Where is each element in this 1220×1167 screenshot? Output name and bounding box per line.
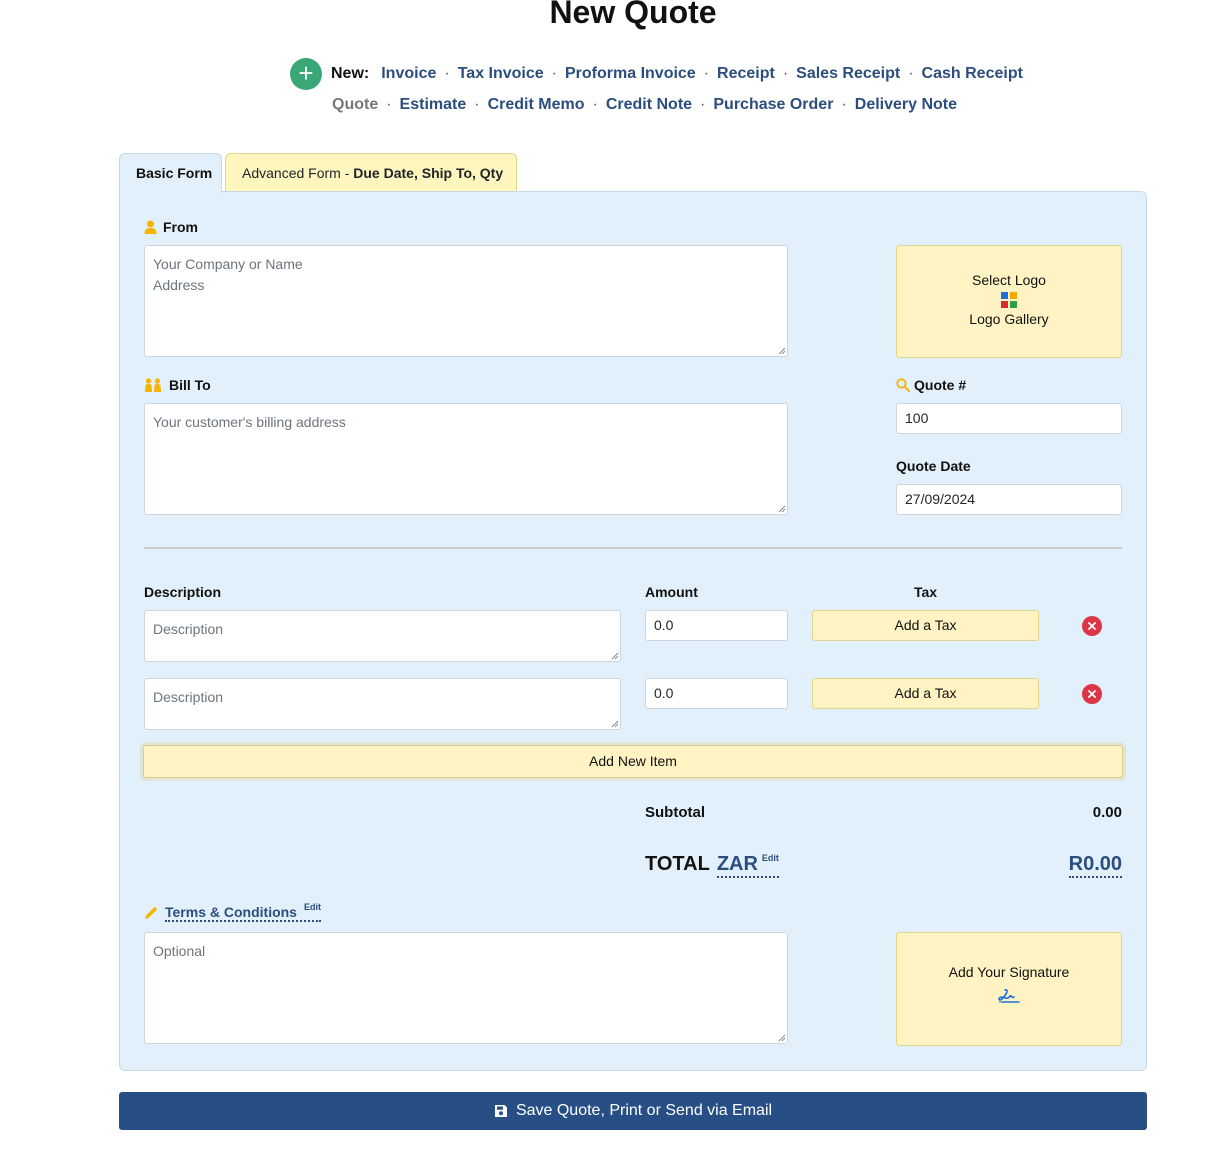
bill-to-textarea[interactable]: Your customer's billing address: [144, 403, 788, 515]
tab-basic-form[interactable]: Basic Form: [119, 153, 222, 193]
item-description-placeholder: Description: [153, 689, 224, 705]
nav-separator: ·: [444, 65, 450, 82]
quote-number-label: Quote #: [896, 377, 966, 393]
description-header: Description: [144, 584, 222, 600]
logo-gallery-link[interactable]: Logo Gallery: [897, 311, 1121, 327]
bill-to-placeholder: Your customer's billing address: [153, 414, 346, 430]
save-icon: [494, 1104, 508, 1118]
nav-separator: ·: [703, 65, 710, 82]
item-description-input[interactable]: Description: [144, 610, 621, 662]
tab-advanced-detail: Due Date, Ship To, Qty: [353, 165, 504, 181]
terms-label: Terms & Conditions Edit: [144, 902, 321, 922]
close-icon: [1088, 690, 1096, 698]
total-label: TOTAL: [645, 853, 710, 875]
from-label: From: [144, 219, 198, 235]
from-placeholder-line1: Your Company or Name: [153, 256, 303, 272]
nav-separator: ·: [782, 65, 789, 82]
nav-separator: ·: [551, 65, 557, 82]
from-placeholder-line2: Address: [153, 277, 205, 293]
nav-link-credit-note[interactable]: Credit Note: [606, 96, 692, 114]
nav-row-1: + New: Invoice · Tax Invoice · Proforma …: [290, 58, 1023, 90]
subtotal-value: 0.00: [1092, 804, 1122, 821]
select-logo-text: Select Logo: [972, 272, 1046, 288]
nav-link-credit-memo[interactable]: Credit Memo: [488, 96, 585, 114]
tab-advanced-label: Advanced Form -: [242, 165, 354, 181]
delete-item-button[interactable]: [1082, 684, 1102, 704]
resize-grip-icon[interactable]: [776, 345, 786, 355]
resize-grip-icon[interactable]: [776, 1032, 786, 1042]
currency-edit-link[interactable]: Edit: [762, 853, 779, 863]
save-button-label: Save Quote, Print or Send via Email: [515, 1102, 773, 1119]
bill-to-label: Bill To: [144, 377, 211, 393]
nav-link-sales-receipt[interactable]: Sales Receipt: [796, 65, 900, 83]
nav-link-proforma-invoice[interactable]: Proforma Invoice: [565, 65, 696, 83]
total-value: R0.00: [1068, 853, 1122, 878]
add-tax-button[interactable]: Add a Tax: [812, 678, 1039, 709]
add-new-item-button[interactable]: Add New Item: [143, 745, 1123, 778]
logo-gallery-icon: [897, 292, 1121, 308]
terms-textarea[interactable]: Optional: [144, 932, 788, 1044]
add-signature-box[interactable]: Add Your Signature: [896, 932, 1122, 1046]
add-tax-button[interactable]: Add a Tax: [812, 610, 1039, 641]
signature-icon: [897, 988, 1121, 1004]
nav-link-delivery-note[interactable]: Delivery Note: [855, 96, 957, 114]
people-icon: [144, 378, 163, 392]
terms-placeholder: Optional: [153, 943, 206, 959]
from-label-text: From: [163, 219, 198, 235]
from-textarea[interactable]: Your Company or Name Address: [144, 245, 788, 357]
save-button[interactable]: Save Quote, Print or Send via Email: [119, 1092, 1147, 1130]
resize-grip-icon[interactable]: [609, 650, 619, 660]
tab-advanced-form[interactable]: Advanced Form - Due Date, Ship To, Qty: [225, 153, 517, 192]
delete-item-button[interactable]: [1082, 616, 1102, 636]
new-label: New:: [331, 65, 370, 82]
select-logo-box[interactable]: Select Logo Logo Gallery: [896, 245, 1122, 358]
resize-grip-icon[interactable]: [776, 503, 786, 513]
item-description-input[interactable]: Description: [144, 678, 621, 730]
nav-link-receipt[interactable]: Receipt: [717, 65, 775, 83]
nav-row-2: Quote · Estimate · Credit Memo · Credit …: [332, 96, 957, 114]
item-amount-input[interactable]: 0.0: [645, 678, 788, 709]
nav-separator: ·: [700, 96, 706, 113]
nav-separator: ·: [386, 96, 392, 113]
search-icon: [896, 378, 910, 392]
quote-number-input[interactable]: 100: [896, 403, 1122, 434]
person-icon: [144, 220, 157, 234]
bill-to-label-text: Bill To: [169, 377, 211, 393]
nav-link-estimate[interactable]: Estimate: [400, 96, 467, 114]
currency-selector[interactable]: ZAR Edit: [716, 853, 779, 878]
nav-link-tax-invoice[interactable]: Tax Invoice: [458, 65, 544, 83]
divider: [144, 547, 1122, 549]
nav-separator: ·: [592, 96, 598, 113]
quote-number-label-text: Quote #: [914, 377, 967, 393]
quote-date-label: Quote Date: [896, 458, 971, 474]
resize-grip-icon[interactable]: [609, 718, 619, 728]
plus-icon[interactable]: +: [290, 58, 322, 90]
close-icon: [1088, 622, 1096, 630]
terms-link[interactable]: Terms & Conditions Edit: [165, 902, 321, 922]
total-value-group: R0.00: [1000, 853, 1122, 878]
nav-link-cash-receipt[interactable]: Cash Receipt: [922, 65, 1023, 83]
add-signature-text: Add Your Signature: [948, 964, 1070, 980]
nav-separator: ·: [474, 96, 480, 113]
total-label-group: TOTAL ZAR Edit: [645, 853, 779, 878]
nav-link-invoice[interactable]: Invoice: [381, 65, 436, 83]
item-description-placeholder: Description: [153, 621, 224, 637]
page-title: New Quote: [549, 0, 717, 30]
nav-link-quote-active: Quote: [332, 96, 379, 113]
item-amount-input[interactable]: 0.0: [645, 610, 788, 641]
nav-link-purchase-order[interactable]: Purchase Order: [713, 96, 833, 114]
nav-separator: ·: [841, 96, 847, 113]
tax-header: Tax: [913, 584, 938, 600]
currency-code: ZAR: [716, 853, 758, 875]
terms-edit-link[interactable]: Edit: [304, 902, 321, 912]
amount-header: Amount: [645, 584, 698, 600]
subtotal-label: Subtotal: [645, 804, 705, 821]
terms-label-text: Terms & Conditions: [165, 904, 297, 920]
nav-separator: ·: [908, 65, 914, 82]
quote-date-input[interactable]: 27/09/2024: [896, 484, 1122, 515]
pencil-icon: [144, 906, 158, 920]
